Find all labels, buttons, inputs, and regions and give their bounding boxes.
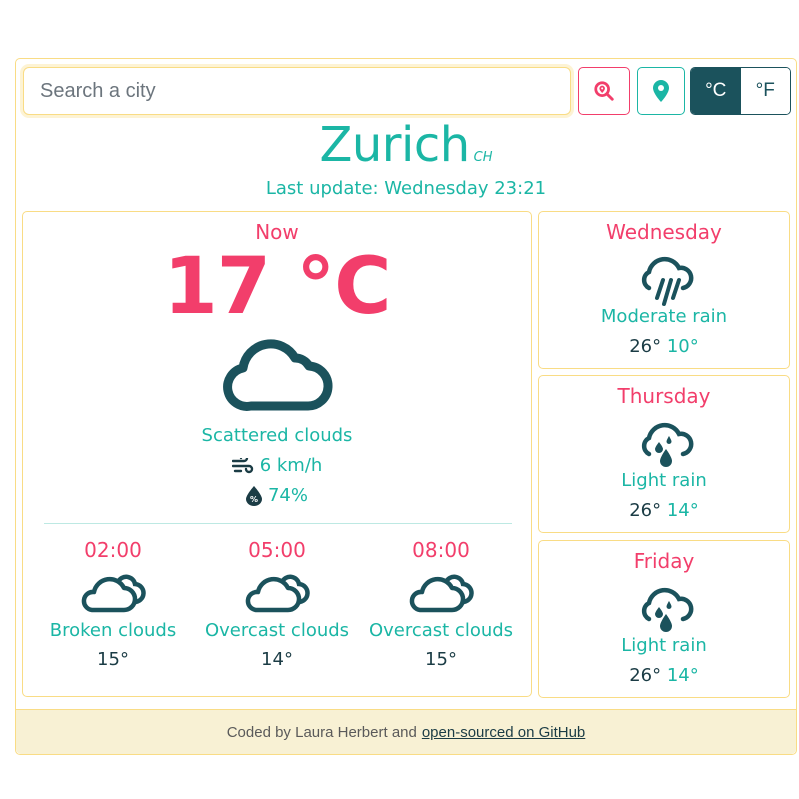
unit-toggle: °C °F: [690, 67, 791, 115]
hour-description: Overcast clouds: [368, 620, 514, 641]
hourly-item: 05:00 Overcast clouds 14°: [195, 538, 359, 678]
city-search-input[interactable]: [23, 67, 571, 115]
hour-temperature: 15°: [97, 649, 129, 670]
now-label: Now: [255, 220, 299, 244]
fahrenheit-button[interactable]: °F: [740, 68, 790, 114]
day-name: Friday: [633, 549, 695, 573]
temp-max: 26°: [629, 500, 662, 521]
hourly-item: 08:00 Overcast clouds 15°: [359, 538, 523, 678]
day-description: Light rain: [621, 635, 707, 656]
temp-max: 26°: [629, 665, 662, 686]
day-description: Moderate rain: [600, 306, 728, 327]
wind-speed: 6 km/h: [23, 455, 531, 476]
search-location-icon: [594, 81, 614, 101]
temp-max: 26°: [629, 336, 662, 357]
temp-min: 10°: [666, 336, 699, 357]
last-update: Last update: Wednesday 23:21: [265, 178, 547, 199]
hourly-forecast: 02:00 Broken clouds 15° 05:00 Overcast c…: [23, 538, 531, 678]
current-weather-card: Now 17 °C Scattered clouds 6 km/h % 74% …: [22, 211, 532, 697]
day-temperatures: 26° 14°: [539, 665, 789, 686]
current-location-button[interactable]: [637, 67, 685, 115]
hour-temperature: 14°: [261, 649, 293, 670]
day-temperatures: 26° 14°: [539, 500, 789, 521]
overcast-clouds-icon: [409, 574, 474, 613]
humidity: % 74%: [23, 485, 531, 506]
hourly-item: 02:00 Broken clouds 15°: [31, 538, 195, 678]
day-description: Light rain: [621, 470, 707, 491]
hour-time: 05:00: [248, 538, 306, 562]
light-rain-icon: [641, 587, 694, 632]
day-name: Thursday: [617, 384, 711, 408]
moderate-rain-icon: [641, 256, 694, 306]
humidity-value: 74%: [267, 485, 308, 506]
country-code: CH: [473, 150, 493, 165]
current-description: Scattered clouds: [201, 425, 353, 446]
day-temperatures: 26° 10°: [539, 336, 789, 357]
cloud-icon: [223, 339, 333, 411]
daily-forecast-card: Wednesday Moderate rain 26° 10°: [538, 211, 790, 369]
footer-text: Coded by Laura Herbert and: [226, 723, 417, 741]
current-temperature: 17 °C: [163, 242, 392, 332]
temp-min: 14°: [666, 500, 699, 521]
wind-icon: [231, 457, 253, 473]
light-rain-icon: [641, 422, 694, 467]
weather-app: °C °F ZurichCH Last update: Wednesday 23…: [15, 58, 797, 755]
day-name: Wednesday: [606, 220, 722, 244]
github-link[interactable]: open-sourced on GitHub: [422, 724, 585, 741]
humidity-drop-icon: %: [245, 485, 262, 506]
footer: Coded by Laura Herbert and open-sourced …: [16, 709, 796, 754]
svg-text:%: %: [250, 495, 258, 504]
hour-time: 08:00: [412, 538, 470, 562]
overcast-clouds-icon: [245, 574, 310, 613]
hour-temperature: 15°: [425, 649, 457, 670]
city-name: Zurich: [319, 117, 470, 173]
celsius-button[interactable]: °C: [691, 68, 741, 114]
broken-clouds-icon: [81, 574, 146, 613]
daily-forecast-card: Friday Light rain 26° 14°: [538, 540, 790, 698]
temp-min: 14°: [666, 665, 699, 686]
divider: [44, 523, 512, 524]
wind-value: 6 km/h: [259, 455, 323, 476]
city-heading: Zurich CH: [16, 117, 796, 173]
search-form: °C °F: [23, 67, 791, 115]
hour-description: Broken clouds: [49, 620, 177, 641]
map-pin-icon: [653, 80, 669, 102]
hour-description: Overcast clouds: [204, 620, 350, 641]
daily-forecast-card: Thursday Light rain 26° 14°: [538, 375, 790, 533]
search-button[interactable]: [578, 67, 630, 115]
hour-time: 02:00: [84, 538, 142, 562]
